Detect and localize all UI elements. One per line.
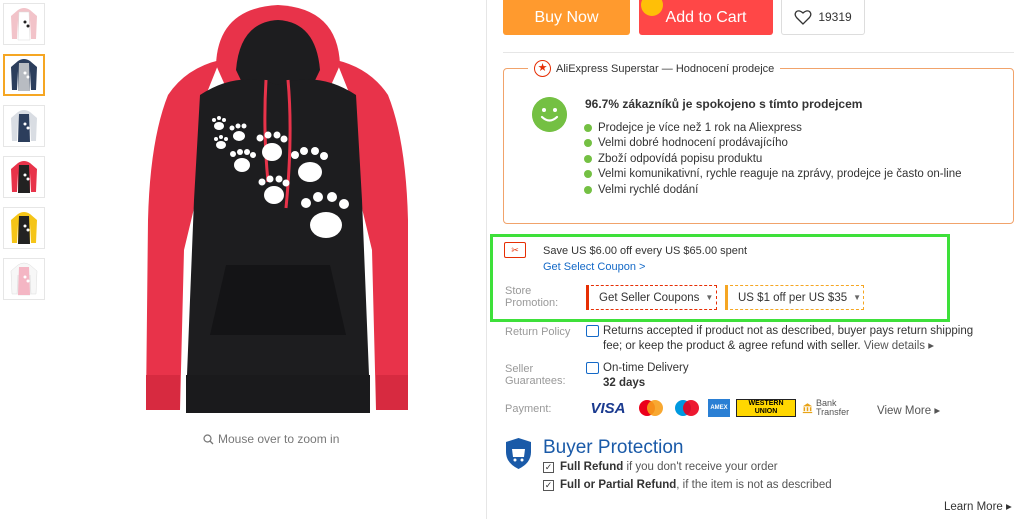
rating-item: Velmi rychlé dodání: [584, 182, 962, 198]
on-time-delivery: On-time Delivery: [603, 362, 689, 374]
get-select-coupon-link[interactable]: Get Select Coupon >: [543, 261, 645, 273]
wishlist-button[interactable]: 19319: [781, 0, 865, 35]
full-refund-label: Full Refund: [560, 461, 624, 473]
seller-rating-title: AliExpress Superstar — Hodnocení prodejc…: [556, 62, 775, 75]
bullet-dot: [584, 185, 592, 194]
mastercard-logo: [636, 399, 666, 417]
seller-rating-header: ★ AliExpress Superstar — Hodnocení prode…: [528, 60, 781, 77]
zoom-hint-text: Mouse over to zoom in: [218, 432, 340, 446]
full-refund-row: ✓ Full Refund if you don't receive your …: [543, 461, 778, 473]
chevron-down-icon: ▼: [705, 293, 714, 302]
buyer-protection-title: Buyer Protection: [543, 437, 684, 458]
partial-refund-row: ✓ Full or Partial Refund, if the item is…: [543, 479, 832, 491]
coupon-icon: ✂: [504, 242, 526, 258]
section-divider: [503, 52, 1014, 53]
view-more-link[interactable]: View More ▸: [877, 403, 940, 417]
zoom-hint: Mouse over to zoom in: [203, 432, 339, 446]
checkmark-icon: ✓: [543, 479, 554, 491]
maestro-logo: [672, 399, 702, 417]
rating-item: Prodejce je více než 1 rok na Aliexpress: [584, 120, 962, 136]
product-image[interactable]: [108, 0, 448, 425]
seller-guarantees-label: Seller Guarantees:: [505, 363, 566, 387]
full-refund-text: if you don't receive your order: [626, 461, 778, 473]
visa-logo: VISA: [590, 399, 626, 417]
cart-badge: [641, 0, 663, 16]
bank-transfer-logo: Bank Transfer: [802, 399, 860, 417]
smile-icon: [532, 97, 567, 132]
delivery-days: 32 days: [603, 377, 646, 389]
add-to-cart-label: Add to Cart: [665, 8, 747, 26]
seller-coupons-dropdown[interactable]: Get Seller Coupons ▼: [586, 285, 717, 310]
bullet-dot: [584, 139, 592, 148]
wishlist-count: 19319: [818, 10, 852, 24]
checkmark-icon: ✓: [543, 461, 554, 473]
payment-methods: VISA AMEX WESTERN UNION Bank Transfer: [586, 399, 860, 417]
buy-now-button[interactable]: Buy Now: [503, 0, 630, 35]
thumbnail-pink-white[interactable]: [3, 258, 45, 300]
partial-refund-text: , if the item is not as described: [676, 479, 832, 491]
return-policy-label: Return Policy: [505, 326, 571, 338]
satisfaction-headline: 96.7% zákazníků je spokojeno s tímto pro…: [585, 97, 863, 111]
return-policy-text: Returns accepted if product not as descr…: [603, 324, 993, 354]
partial-refund-label: Full or Partial Refund: [560, 479, 677, 491]
rating-item-text: Zboží odpovídá popisu produktu: [598, 152, 763, 165]
rating-item: Zboží odpovídá popisu produktu: [584, 151, 962, 167]
view-details-link[interactable]: View details ▸: [864, 340, 934, 352]
amex-logo: AMEX: [708, 399, 730, 417]
rating-item: Velmi komunikativní, rychle reaguje na z…: [584, 167, 962, 183]
column-divider: [486, 0, 487, 519]
thumbnail-list: [3, 3, 47, 309]
seller-coupons-label: Get Seller Coupons: [599, 291, 700, 304]
store-promotion-label: Store Promotion:: [505, 285, 559, 309]
coupon-save-text: Save US $6.00 off every US $65.00 spent: [543, 245, 748, 257]
payment-label: Payment:: [505, 403, 552, 415]
rating-item-text: Velmi dobré hodnocení prodávajícího: [598, 137, 788, 150]
delivery-icon: [586, 362, 599, 374]
store-promo-dropdown[interactable]: US $1 off per US $35 ▼: [725, 285, 864, 310]
rating-item-text: Velmi komunikativní, rychle reaguje na z…: [598, 168, 962, 181]
store-promo-label: US $1 off per US $35: [738, 291, 848, 304]
magnifier-icon: [203, 433, 214, 444]
star-icon: ★: [534, 60, 551, 77]
bullet-dot: [584, 123, 592, 132]
thumbnail-black-red[interactable]: [3, 156, 45, 198]
add-to-cart-button[interactable]: Add to Cart: [639, 0, 773, 35]
chevron-down-icon: ▼: [853, 293, 862, 302]
heart-icon: [794, 10, 812, 25]
thumbnail-black-yellow[interactable]: [3, 207, 45, 249]
learn-more-link[interactable]: Learn More ▸: [944, 499, 1012, 513]
thumbnail-navy-white[interactable]: [3, 105, 45, 147]
bank-icon: [802, 403, 813, 414]
western-union-logo: WESTERN UNION: [736, 399, 796, 417]
view-more-label: View More: [877, 405, 932, 417]
rating-item-text: Prodejce je více než 1 rok na Aliexpress: [598, 121, 802, 134]
bank-transfer-label: Bank Transfer: [816, 398, 850, 417]
seller-rating-box: ★ AliExpress Superstar — Hodnocení prode…: [503, 60, 1014, 224]
learn-more-label: Learn More: [944, 501, 1003, 513]
rating-item: Velmi dobré hodnocení prodávajícího: [584, 136, 962, 152]
seller-rating-list: Prodejce je více než 1 rok na Aliexpress…: [584, 120, 962, 198]
return-policy-icon: [586, 325, 599, 337]
rating-item-text: Velmi rychlé dodání: [598, 183, 699, 196]
bullet-dot: [584, 170, 592, 179]
view-details-label: View details: [863, 340, 925, 352]
shield-icon: [506, 438, 531, 469]
bullet-dot: [584, 154, 592, 163]
thumbnail-white-black[interactable]: [3, 3, 45, 45]
thumbnail-grey-navy[interactable]: [3, 54, 45, 96]
